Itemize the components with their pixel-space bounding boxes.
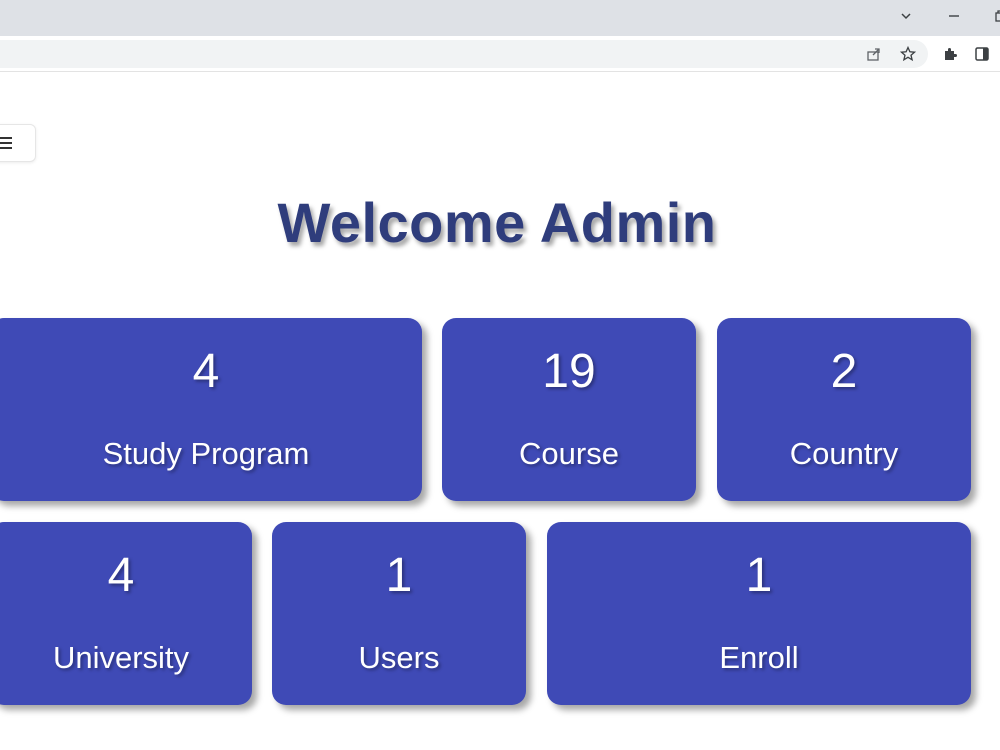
card-label: Users: [358, 640, 440, 675]
card-study-program[interactable]: 4 Study Program: [0, 318, 422, 501]
card-enroll[interactable]: 1 Enroll: [547, 522, 971, 705]
restore-button[interactable]: [980, 0, 1000, 32]
card-label: Enroll: [719, 640, 799, 675]
browser-titlebar: [0, 0, 1000, 36]
page-title: Welcome Admin: [277, 191, 717, 254]
minimize-icon: [949, 15, 959, 17]
card-count: 1: [745, 549, 773, 602]
share-button[interactable]: [860, 40, 888, 68]
hamburger-menu-icon: [0, 137, 12, 149]
sidebar-toggle-button[interactable]: [0, 124, 36, 162]
card-count: 2: [830, 345, 858, 398]
card-count: 4: [192, 345, 220, 398]
extensions-button[interactable]: [936, 40, 964, 68]
restore-icon: [995, 10, 1000, 22]
bookmark-button[interactable]: [894, 40, 922, 68]
side-panel-button[interactable]: [968, 40, 996, 68]
star-icon: [900, 46, 916, 62]
side-panel-icon: [975, 47, 989, 61]
card-label: University: [52, 640, 190, 675]
card-label: Course: [519, 436, 619, 471]
address-bar[interactable]: [0, 40, 928, 68]
share-icon: [867, 48, 880, 61]
card-label: Study Program: [102, 436, 310, 471]
card-users[interactable]: 1 Users: [272, 522, 526, 705]
card-count: 1: [385, 549, 413, 602]
tab-search-button[interactable]: [886, 0, 926, 32]
browser-toolbar: [0, 36, 1000, 72]
card-count: 4: [107, 549, 135, 602]
minimize-button[interactable]: [934, 0, 974, 32]
card-country[interactable]: 2 Country: [717, 318, 971, 501]
chevron-down-icon: [901, 13, 911, 20]
card-university[interactable]: 4 University: [0, 522, 252, 705]
puzzle-icon: [945, 48, 957, 60]
card-label: Country: [789, 436, 899, 471]
card-count: 19: [542, 345, 596, 398]
card-course[interactable]: 19 Course: [442, 318, 696, 501]
